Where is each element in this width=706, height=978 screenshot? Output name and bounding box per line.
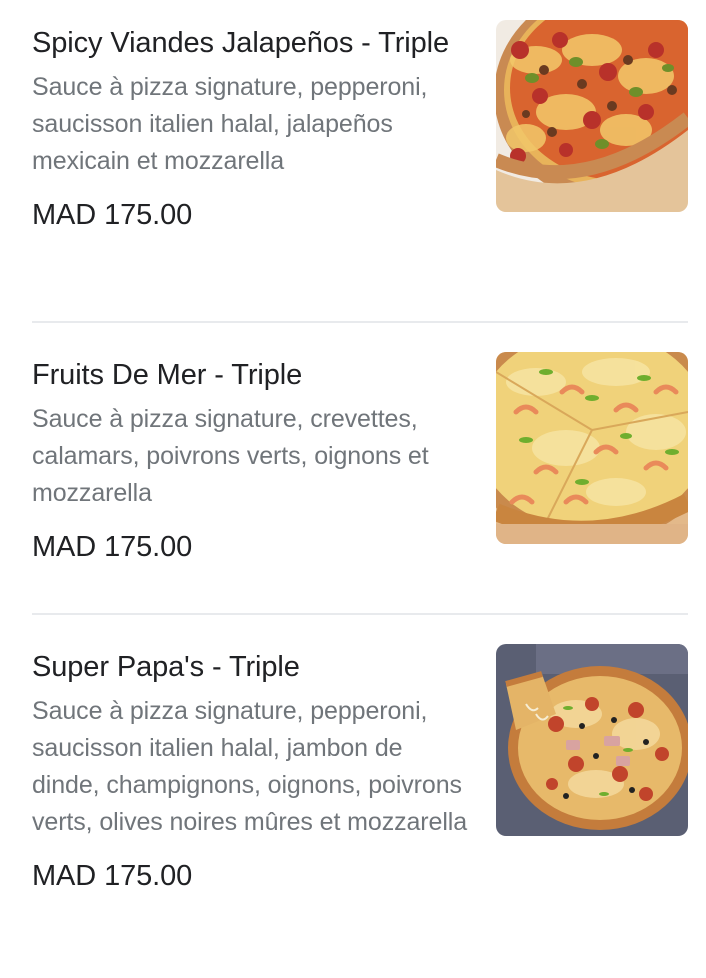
menu-list: Spicy Viandes Jalapeños - Triple Sauce à… — [0, 0, 706, 978]
item-price: MAD 175.00 — [32, 860, 193, 892]
item-price: MAD 175.00 — [32, 531, 193, 563]
pizza-image-seafood — [496, 352, 688, 544]
item-name: Spicy Viandes Jalapeños - Triple — [32, 27, 450, 59]
item-description: Sauce à pizza signature, pepperoni, sauc… — [32, 697, 468, 836]
item-price: MAD 175.00 — [32, 199, 193, 231]
pizza-photo — [496, 644, 688, 836]
divider — [32, 613, 688, 615]
pizza-photo — [496, 20, 688, 212]
menu-item-text: Fruits De Mer - Triple Sauce à pizza sig… — [32, 356, 472, 567]
divider — [32, 321, 688, 323]
pizza-photo — [496, 352, 688, 544]
item-description: Sauce à pizza signature, crevettes, cala… — [32, 405, 429, 507]
item-description: Sauce à pizza signature, pepperoni, sauc… — [32, 73, 428, 175]
item-name: Fruits De Mer - Triple — [32, 359, 303, 391]
menu-item-text: Super Papa's - Triple Sauce à pizza sign… — [32, 648, 472, 896]
pizza-image-spicy — [496, 20, 688, 212]
menu-item-spicy-viandes-jalapenos[interactable]: Spicy Viandes Jalapeños - Triple Sauce à… — [32, 20, 688, 294]
menu-item-text: Spicy Viandes Jalapeños - Triple Sauce à… — [32, 24, 472, 235]
menu-item-super-papas[interactable]: Super Papa's - Triple Sauce à pizza sign… — [32, 644, 688, 958]
menu-item-fruits-de-mer[interactable]: Fruits De Mer - Triple Sauce à pizza sig… — [32, 352, 688, 586]
pizza-image-super-papas — [496, 644, 688, 836]
item-name: Super Papa's - Triple — [32, 651, 300, 683]
